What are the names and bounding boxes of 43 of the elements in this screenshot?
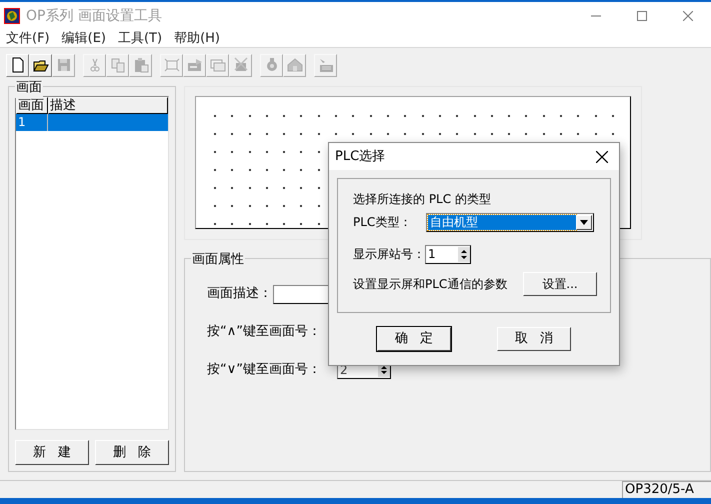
toolbar-button[interactable]	[6, 54, 29, 76]
copy-icon	[110, 57, 126, 73]
close-button[interactable]	[595, 150, 609, 164]
dropdown-arrow-icon	[580, 220, 588, 224]
menu-item[interactable]: 工具(T)	[112, 28, 168, 48]
close-icon	[683, 11, 693, 21]
ok-button[interactable]: 确 定	[377, 327, 451, 351]
column-header[interactable]: 描述	[48, 97, 168, 114]
field-label: 显示屏站号：	[353, 246, 425, 263]
list-button[interactable]: 新 建	[15, 440, 89, 465]
dialog-title: PLC选择	[335, 148, 386, 166]
field-label: 设置显示屏和PLC通信的参数	[353, 276, 508, 293]
cancel-button[interactable]: 取 消	[497, 327, 571, 351]
group-title: 画面	[15, 78, 43, 98]
plc-type-dropdown[interactable]: 自由机型	[426, 212, 594, 232]
crossed-screen-icon	[232, 57, 248, 73]
field-label: 画面描述：	[207, 285, 273, 304]
column-header[interactable]: 画面	[16, 97, 48, 114]
field-label: 按“∨”键至画面号：	[207, 361, 322, 380]
window-title: OP系列 画面设置工具	[26, 6, 162, 26]
list-row[interactable]: 1	[16, 114, 168, 131]
field-label: 按“∧”键至画面号：	[207, 323, 322, 342]
spinner-arrows-icon	[458, 246, 470, 262]
screen-icon	[164, 57, 180, 73]
keyboard-icon	[318, 57, 334, 73]
list-button[interactable]: 删 除	[95, 440, 169, 465]
floppy-icon	[56, 57, 72, 73]
panel-icon	[186, 57, 202, 73]
app-icon	[4, 8, 20, 24]
close-icon	[596, 150, 608, 162]
field-label: PLC类型：	[353, 214, 412, 231]
station-spinner[interactable]: 1	[425, 244, 471, 264]
menu-item[interactable]: 文件(F)	[0, 28, 56, 48]
panels-icon	[210, 57, 226, 73]
clipboard-icon	[132, 57, 148, 73]
dialog-heading: 选择所连接的 PLC 的类型	[353, 191, 492, 207]
new-file-icon	[10, 57, 26, 73]
toolbar-button[interactable]	[29, 54, 52, 76]
menu-item[interactable]: 编辑(E)	[56, 28, 112, 48]
house-icon	[286, 57, 302, 73]
menu-item[interactable]: 帮助(H)	[168, 28, 226, 48]
maximize-icon	[637, 11, 647, 21]
settings-button[interactable]: 设置...	[523, 272, 597, 296]
